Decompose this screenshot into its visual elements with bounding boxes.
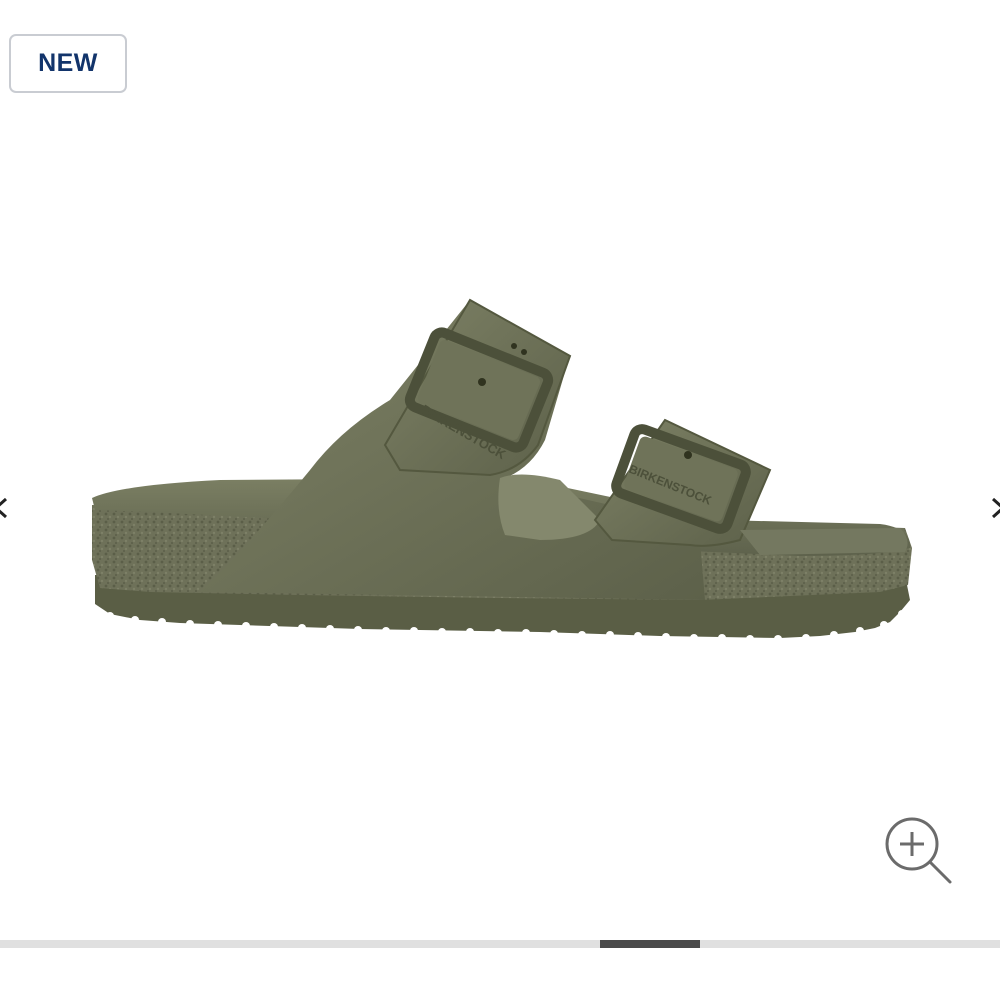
next-image-button[interactable] [986, 490, 1000, 526]
gallery-progress-thumb[interactable] [600, 940, 700, 948]
new-badge-label: NEW [38, 49, 98, 77]
gallery-progress-track[interactable] [0, 940, 1000, 948]
product-gallery: BIRKENSTOCK BIRKENSTOCK NEW [0, 0, 1000, 1000]
previous-image-button[interactable] [0, 490, 14, 526]
chevron-left-icon [0, 497, 8, 519]
new-badge: NEW [9, 34, 127, 93]
sandal-inner-cutout [498, 474, 600, 540]
zoom-in-icon [885, 817, 952, 884]
zoom-button[interactable] [880, 812, 956, 888]
product-image[interactable]: BIRKENSTOCK BIRKENSTOCK [0, 0, 1000, 940]
chevron-right-icon [991, 497, 1000, 519]
